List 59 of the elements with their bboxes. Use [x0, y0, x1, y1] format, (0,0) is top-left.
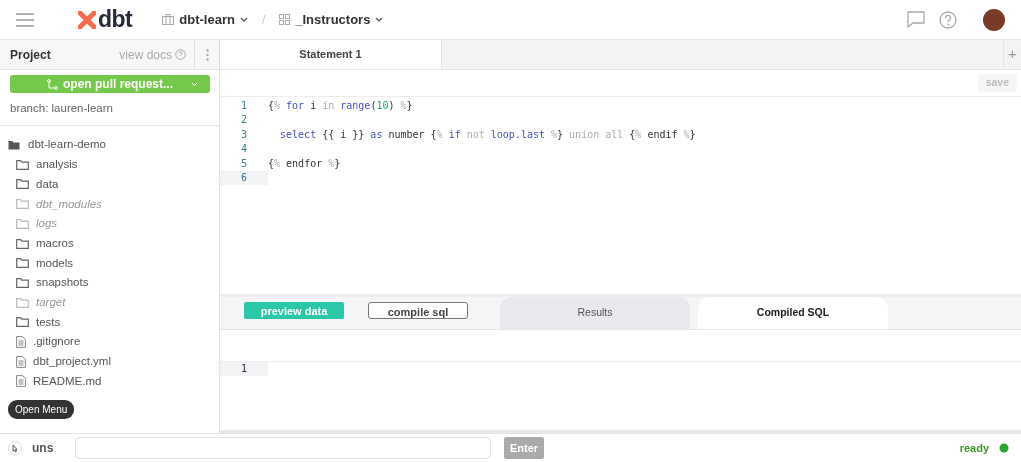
folder-icon[interactable]	[16, 238, 29, 249]
chat-icon[interactable]	[907, 11, 925, 28]
panel-title: Project	[9, 46, 52, 64]
folder-icon[interactable]	[16, 277, 29, 288]
grid-icon	[279, 14, 291, 25]
cursor-icon[interactable]	[8, 441, 22, 455]
line-number: 3	[240, 127, 248, 142]
file-tree-item[interactable]: macros	[8, 233, 219, 254]
building-icon	[162, 14, 175, 25]
status-dot-icon	[999, 443, 1009, 453]
file-tree-item[interactable]: analysis	[8, 154, 219, 175]
line-number: 5	[240, 156, 248, 171]
code-line: {% for i in range(10) %}	[268, 98, 413, 113]
folder-icon[interactable]	[16, 159, 29, 170]
branch-icon	[47, 78, 58, 90]
file-tree-item[interactable]: snapshots	[8, 273, 219, 293]
caret-icon	[191, 82, 198, 87]
folder-icon[interactable]	[16, 317, 29, 328]
file-tree-item[interactable]: dbt-learn-demo	[8, 135, 219, 155]
command-input[interactable]	[75, 437, 491, 459]
caret-icon	[239, 17, 248, 22]
compile-sql-button[interactable]: compile sql	[368, 302, 468, 319]
line-number: 4	[240, 142, 248, 156]
results-tab[interactable]: Compiled SQL	[698, 297, 888, 329]
file-icon[interactable]	[16, 375, 26, 388]
folder-icon[interactable]	[8, 140, 21, 151]
logo-icon	[78, 10, 96, 29]
breadcrumb-dropdown[interactable]: _Instructors	[279, 9, 384, 30]
status-text: ready	[959, 440, 989, 456]
line-number: 6	[220, 170, 268, 185]
help-icon[interactable]	[939, 10, 957, 29]
help-icon[interactable]	[175, 49, 186, 60]
file-tree-item[interactable]: models	[8, 253, 219, 274]
file-icon[interactable]	[16, 355, 26, 368]
runs-label: uns	[32, 440, 54, 457]
menu-button[interactable]: Open Menu	[8, 400, 75, 419]
line-number: 2	[240, 113, 248, 127]
file-tree-item[interactable]: README.md	[8, 371, 219, 392]
line-number: 1	[220, 362, 268, 376]
folder-icon[interactable]	[16, 258, 29, 269]
line-number: 1	[240, 98, 248, 113]
logo-text: dbt	[98, 5, 133, 35]
file-icon[interactable]	[16, 335, 26, 348]
results-tab[interactable]: Results	[500, 297, 690, 329]
file-tree-item[interactable]: dbt_project.yml	[8, 351, 219, 372]
folder-icon[interactable]	[16, 179, 29, 190]
caret-icon	[375, 17, 384, 22]
editor-tab[interactable]: Statement 1	[220, 40, 442, 69]
file-tree-item[interactable]: .gitignore	[8, 332, 219, 352]
file-tree-item[interactable]: tests	[8, 312, 219, 333]
menu-icon[interactable]	[16, 12, 34, 27]
breadcrumb-dropdown[interactable]: dbt-learn	[162, 9, 248, 30]
branch-label: branch: lauren-learn	[0, 93, 219, 127]
file-tree-item[interactable]: data	[8, 174, 219, 195]
avatar[interactable]	[983, 8, 1005, 31]
more-icon[interactable]	[205, 48, 209, 61]
breadcrumb-separator: /	[261, 11, 266, 29]
code-line: {% endfor %}	[268, 156, 341, 171]
code-line: select {{ i }} as number {% if not loop.last %} union all {% endif %}	[279, 127, 696, 142]
